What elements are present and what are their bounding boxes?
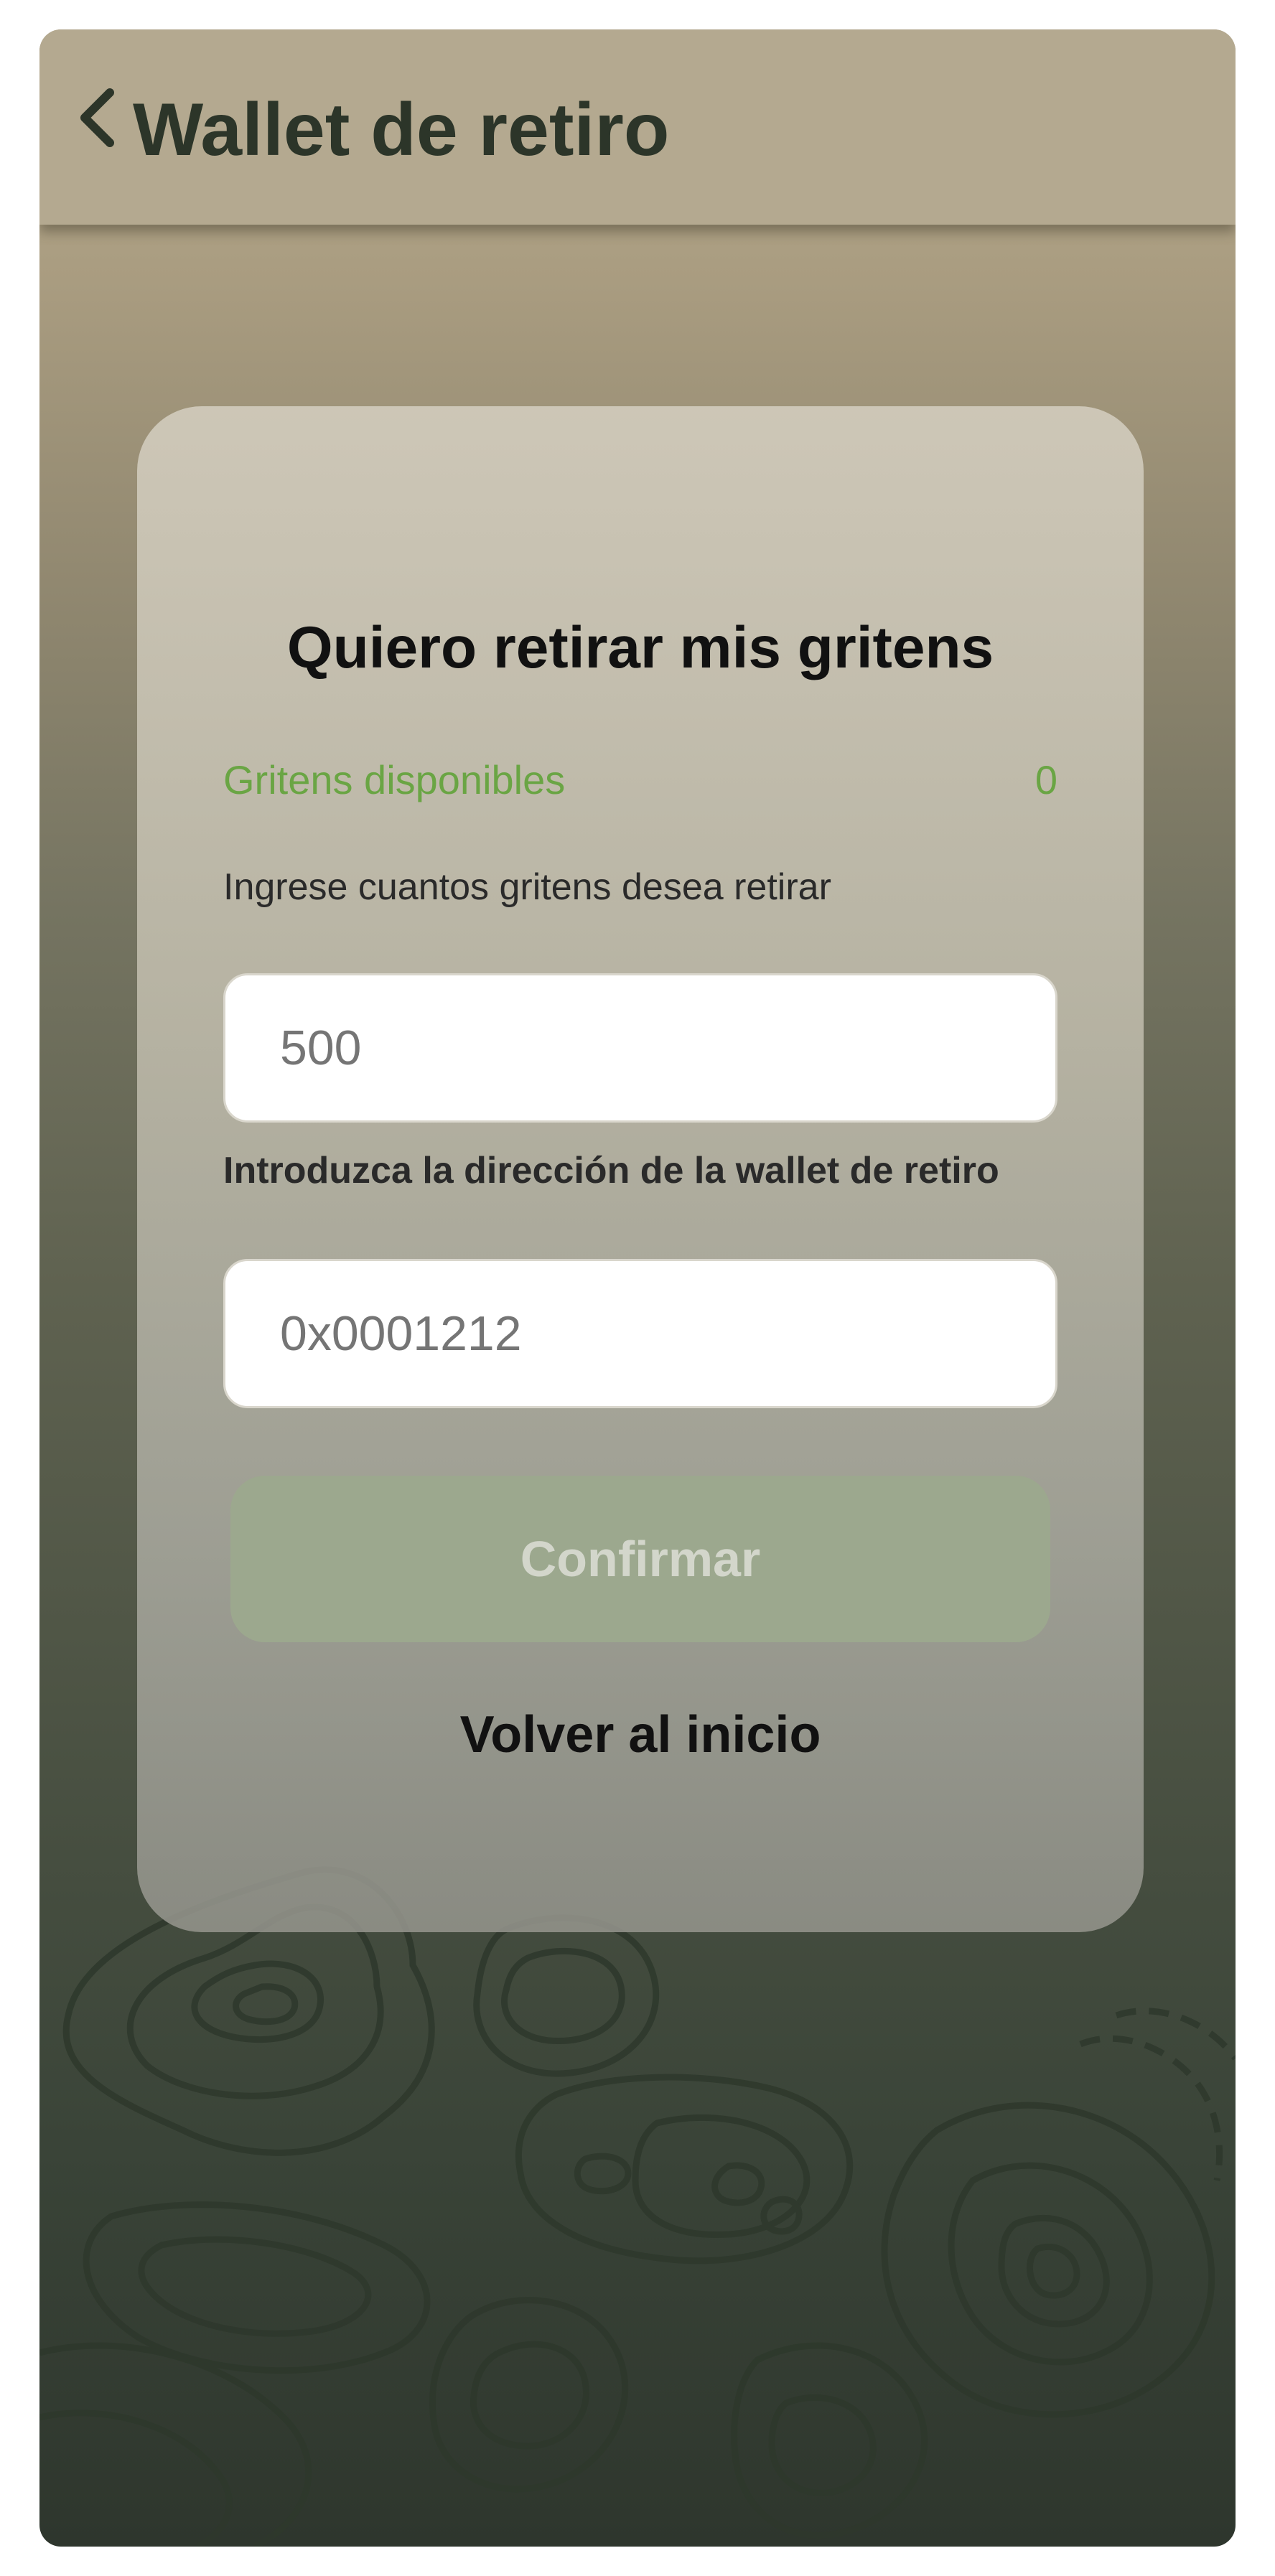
back-button[interactable]: [60, 80, 139, 159]
withdraw-card: Quiero retirar mis gritens Gritens dispo…: [137, 406, 1144, 1932]
amount-field-label: Ingrese cuantos gritens desea retirar: [223, 866, 831, 908]
page-title: Wallet de retiro: [133, 88, 670, 172]
amount-placeholder: 500: [280, 1021, 362, 1075]
amount-input[interactable]: 500: [223, 973, 1057, 1123]
address-field-label: Introduzca la dirección de la wallet de …: [223, 1150, 999, 1191]
address-placeholder: 0x0001212: [280, 1306, 522, 1361]
available-label: Gritens disponibles: [223, 757, 566, 802]
available-balance-row: Gritens disponibles 0: [223, 757, 1057, 803]
available-value: 0: [1035, 757, 1057, 802]
card-title: Quiero retirar mis gritens: [286, 615, 994, 680]
wallet-address-input[interactable]: 0x0001212: [223, 1259, 1057, 1408]
topographic-pattern-decoration: [39, 1866, 1236, 2547]
confirm-button[interactable]: Confirmar: [230, 1476, 1050, 1642]
chevron-left-icon: [74, 85, 124, 154]
back-to-home-link[interactable]: Volver al inicio: [137, 1705, 1144, 1764]
phone-screen: Wallet de retiro Quiero retirar mis grit…: [39, 29, 1236, 2547]
top-app-bar: Wallet de retiro: [39, 29, 1236, 225]
